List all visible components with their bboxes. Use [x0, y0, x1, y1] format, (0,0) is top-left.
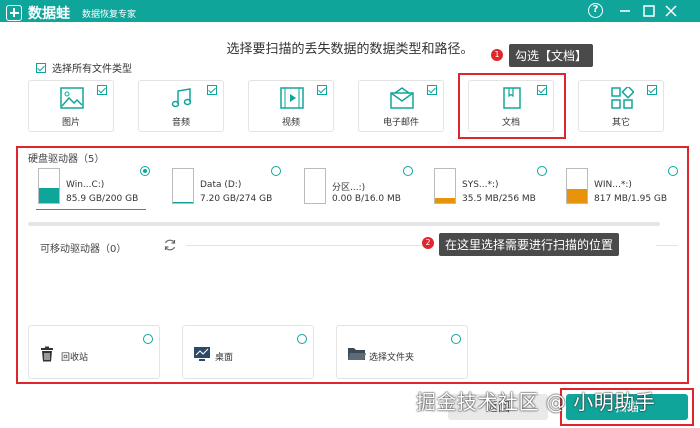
type-card-image[interactable]: 图片: [28, 80, 114, 132]
location-label: 桌面: [215, 353, 234, 363]
watermark: 掘金技术社区 @ 小明助手: [416, 390, 656, 414]
checkbox-icon: [36, 62, 46, 73]
divider: [186, 245, 422, 246]
drive-usage-fill: [435, 198, 455, 203]
annotation-callout-1: 勾选【文档】: [509, 44, 594, 67]
type-card-email[interactable]: 电子邮件: [358, 80, 444, 132]
drive-name: WIN...*:): [594, 180, 632, 190]
type-card-other[interactable]: 其它: [578, 80, 664, 132]
type-label: 音频: [171, 118, 190, 128]
other-icon: [611, 87, 634, 109]
page-prompt: 选择要扫描的丢失数据的数据类型和路径。: [226, 42, 474, 57]
recycle-bin-icon: [41, 346, 53, 362]
music-icon: [171, 88, 192, 108]
drive-icon: [38, 168, 60, 204]
desktop-icon: [194, 347, 210, 361]
select-all-label: 选择所有文件类型: [52, 64, 132, 75]
folder-icon: [348, 348, 366, 360]
drives-scrollbar[interactable]: [28, 222, 660, 226]
location-desktop[interactable]: 桌面: [182, 325, 314, 379]
removable-drives-title: 可移动驱动器（0）: [40, 244, 127, 255]
drive-size: 817 MB/1.95 GB: [594, 194, 668, 204]
drive-icon: [172, 168, 194, 204]
location-label: 回收站: [61, 353, 89, 363]
checkbox-icon: [427, 85, 437, 95]
location-label: 选择文件夹: [369, 353, 415, 363]
drive-size: 7.20 GB/274 GB: [200, 194, 273, 204]
type-label: 图片: [61, 118, 80, 128]
type-card-audio[interactable]: 音频: [138, 80, 224, 132]
type-label: 电子邮件: [382, 118, 419, 128]
drive-icon: [304, 168, 326, 204]
app-logo: 数据蛙 数据恢复专家: [6, 3, 136, 23]
drive-win-radio[interactable]: [668, 166, 678, 176]
location-recycle-bin[interactable]: 回收站: [28, 325, 160, 379]
checkbox-icon: [647, 85, 657, 95]
drive-name: Data (D:): [200, 180, 242, 190]
drive-size: 0.00 B/16.0 MB: [332, 194, 401, 204]
type-label: 其它: [611, 118, 630, 128]
refresh-icon[interactable]: [163, 238, 177, 252]
hard-drives-title: 硬盘驱动器（5）: [28, 154, 105, 165]
drive-usage-fill: [39, 188, 59, 203]
app-subtitle: 数据恢复专家: [82, 9, 137, 20]
video-icon: [280, 87, 304, 109]
minimize-icon: [620, 10, 630, 12]
divider: [656, 245, 678, 246]
selected-drive-underline: [36, 209, 146, 210]
drive-sys-radio[interactable]: [537, 166, 547, 176]
location-radio[interactable]: [451, 334, 461, 344]
annotation-badge-2: 2: [422, 237, 434, 249]
drive-name: Win...C:): [66, 180, 105, 190]
checkbox-icon: [97, 85, 107, 95]
document-highlight-box: [458, 73, 566, 139]
drive-d-radio[interactable]: [271, 166, 281, 176]
drive-size: 35.5 MB/256 MB: [462, 194, 536, 204]
drive-sys[interactable]: SYS...*:) 35.5 MB/256 MB: [434, 168, 554, 208]
location-choose-folder[interactable]: 选择文件夹: [336, 325, 468, 379]
checkbox-icon: [207, 85, 217, 95]
image-icon: [60, 87, 84, 109]
select-all-checkbox[interactable]: 选择所有文件类型: [36, 60, 132, 75]
drive-name: 分区...:): [332, 183, 366, 193]
close-button[interactable]: [662, 2, 680, 20]
help-icon[interactable]: ?: [588, 3, 603, 18]
drive-usage-fill: [567, 188, 587, 203]
location-radio[interactable]: [143, 334, 153, 344]
app-name: 数据蛙: [28, 6, 70, 22]
maximize-button[interactable]: [640, 2, 658, 20]
maximize-icon: [643, 5, 655, 17]
type-label: 视频: [281, 118, 300, 128]
drive-partition-radio[interactable]: [403, 166, 413, 176]
location-radio[interactable]: [297, 334, 307, 344]
drive-size: 85.9 GB/200 GB: [66, 194, 139, 204]
drive-icon: [434, 168, 456, 204]
annotation-badge-1: 1: [491, 49, 503, 61]
email-icon: [390, 87, 414, 109]
type-card-video[interactable]: 视频: [248, 80, 334, 132]
checkbox-icon: [317, 85, 327, 95]
drive-c-radio[interactable]: [140, 166, 150, 176]
drive-icon: [566, 168, 588, 204]
medical-cross-icon: [6, 5, 22, 21]
minimize-button[interactable]: [616, 2, 634, 20]
title-bar: 数据蛙 数据恢复专家 ?: [0, 0, 700, 22]
close-icon: [665, 5, 677, 17]
annotation-callout-2: 在这里选择需要进行扫描的位置: [439, 233, 620, 256]
drive-name: SYS...*:): [462, 180, 499, 190]
drive-usage-fill: [173, 201, 193, 203]
